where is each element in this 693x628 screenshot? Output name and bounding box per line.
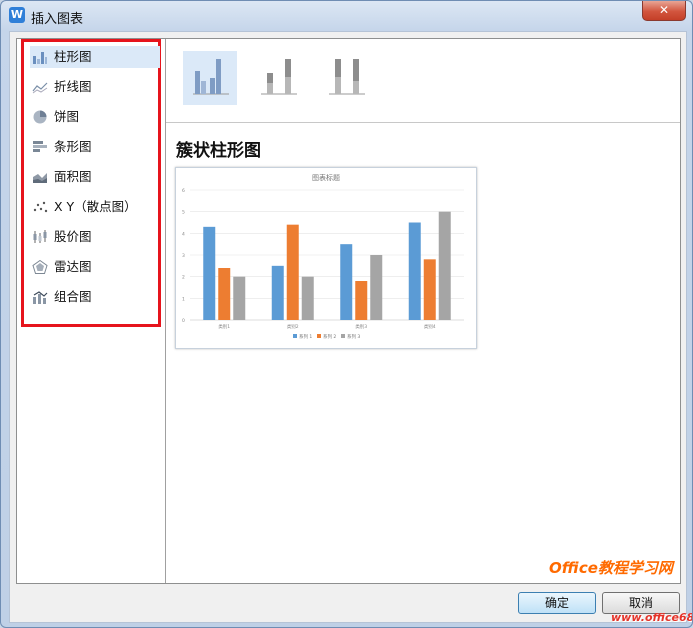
legend-label: 系列 2 — [323, 333, 336, 340]
chart-type-area[interactable]: 面积图 — [30, 166, 160, 188]
chart-preview-svg: 图表标题 0 1 2 3 4 5 6 类别1 类别2 类别3 类别4 系列 1 系列 2 系列 3 — [182, 173, 464, 340]
subtype-clustered-column[interactable] — [183, 51, 237, 105]
subtype-stacked-column[interactable] — [251, 51, 305, 105]
chart-type-label: 折线图 — [54, 79, 92, 94]
chart-type-list: 柱形图 折线图 饼图 条形图 面积图 X Y（散点图） 股价图 雷达图 组合图 — [21, 39, 161, 327]
chart-bar — [233, 276, 246, 320]
chart-preview: 图表标题 0 1 2 3 4 5 6 类别1 类别2 类别3 类别4 系列 1 系列 2 系列 3 — [175, 167, 477, 349]
dialog-content: 柱形图 折线图 饼图 条形图 面积图 X Y（散点图） 股价图 雷达图 组合图 … — [9, 31, 687, 623]
ok-button[interactable]: 确定 — [518, 592, 596, 614]
title-bar[interactable]: W 插入图表 ✕ — [1, 1, 692, 31]
chart-type-label: 柱形图 — [54, 49, 92, 64]
chart-bar — [355, 281, 368, 320]
chart-type-label: 组合图 — [54, 289, 92, 304]
chart-type-label: X Y（散点图） — [54, 199, 137, 214]
radar-chart-icon — [32, 260, 48, 274]
chart-type-radar[interactable]: 雷达图 — [30, 256, 160, 278]
legend-label: 系列 3 — [347, 333, 360, 340]
y-tick-label: 1 — [182, 296, 185, 302]
chart-bar — [271, 265, 284, 320]
combo-chart-icon — [33, 291, 48, 304]
bar-chart-icon — [33, 141, 47, 152]
y-tick-label: 4 — [182, 231, 185, 237]
chart-type-label: 股价图 — [54, 229, 92, 244]
scatter-chart-icon — [33, 201, 48, 213]
watermark-text: Office教程学习网 — [549, 559, 673, 577]
subtype-name: 簇状柱形图 — [176, 141, 261, 161]
percent-stacked-column-icon — [329, 59, 365, 95]
legend-swatch — [317, 334, 321, 338]
area-chart-icon — [33, 173, 47, 183]
chart-type-pane: 柱形图 折线图 饼图 条形图 面积图 X Y（散点图） 股价图 雷达图 组合图 — [17, 39, 166, 583]
chart-title: 图表标题 — [312, 173, 340, 182]
subtype-percent-stacked-column[interactable] — [319, 51, 373, 105]
x-tick-label: 类别3 — [355, 323, 367, 330]
window-title: 插入图表 — [31, 12, 84, 27]
legend-label: 系列 1 — [299, 333, 312, 340]
x-tick-label: 类别4 — [424, 323, 436, 330]
y-tick-label: 0 — [182, 318, 185, 324]
chart-bar — [218, 268, 231, 320]
y-tick-label: 5 — [182, 210, 185, 216]
watermark-url: www.office68.com — [611, 611, 693, 624]
chart-type-label: 面积图 — [54, 169, 92, 184]
y-tick-label: 2 — [182, 275, 185, 281]
chart-type-label: 雷达图 — [54, 259, 92, 274]
chart-bar — [301, 276, 314, 320]
legend-swatch — [341, 334, 345, 338]
line-chart-icon — [32, 82, 48, 94]
y-tick-label: 6 — [182, 188, 185, 194]
chart-type-stock[interactable]: 股价图 — [30, 226, 160, 248]
chart-bar — [438, 211, 451, 320]
chart-type-label: 饼图 — [54, 109, 80, 124]
pie-chart-icon — [33, 110, 47, 124]
chart-bar — [286, 224, 299, 320]
chart-type-pie[interactable]: 饼图 — [30, 106, 160, 128]
chart-picker-panel: 柱形图 折线图 饼图 条形图 面积图 X Y（散点图） 股价图 雷达图 组合图 … — [16, 38, 681, 584]
chart-type-line[interactable]: 折线图 — [30, 76, 160, 98]
chart-bar — [423, 259, 436, 320]
insert-chart-dialog: W 插入图表 ✕ 柱形图 折线图 饼图 条形图 面积图 X Y（散点图） 股价图… — [0, 0, 693, 628]
close-button[interactable]: ✕ — [642, 1, 686, 21]
legend-swatch — [293, 334, 297, 338]
clustered-column-icon — [193, 59, 229, 95]
chart-bar — [370, 255, 383, 320]
chart-type-scatter[interactable]: X Y（散点图） — [30, 196, 160, 218]
stock-chart-icon — [33, 230, 47, 243]
chart-type-column[interactable]: 柱形图 — [30, 46, 160, 68]
chart-type-label: 条形图 — [54, 139, 92, 154]
x-tick-label: 类别1 — [218, 323, 230, 330]
app-icon: W — [9, 7, 25, 23]
chart-bar — [408, 222, 421, 320]
chart-type-bar[interactable]: 条形图 — [30, 136, 160, 158]
column-chart-icon — [33, 52, 47, 64]
x-tick-label: 类别2 — [287, 323, 299, 330]
subtype-divider — [166, 122, 680, 123]
chart-bar — [203, 226, 216, 320]
stacked-column-icon — [261, 59, 297, 95]
chart-bar — [340, 244, 353, 320]
chart-subtype-pane: 簇状柱形图 图表标题 0 1 2 3 4 5 6 类别1 类别2 类别3 类别4 系列 1 系列 2 系列 … — [166, 39, 680, 583]
y-tick-label: 3 — [182, 253, 185, 259]
chart-type-combo[interactable]: 组合图 — [30, 286, 160, 308]
